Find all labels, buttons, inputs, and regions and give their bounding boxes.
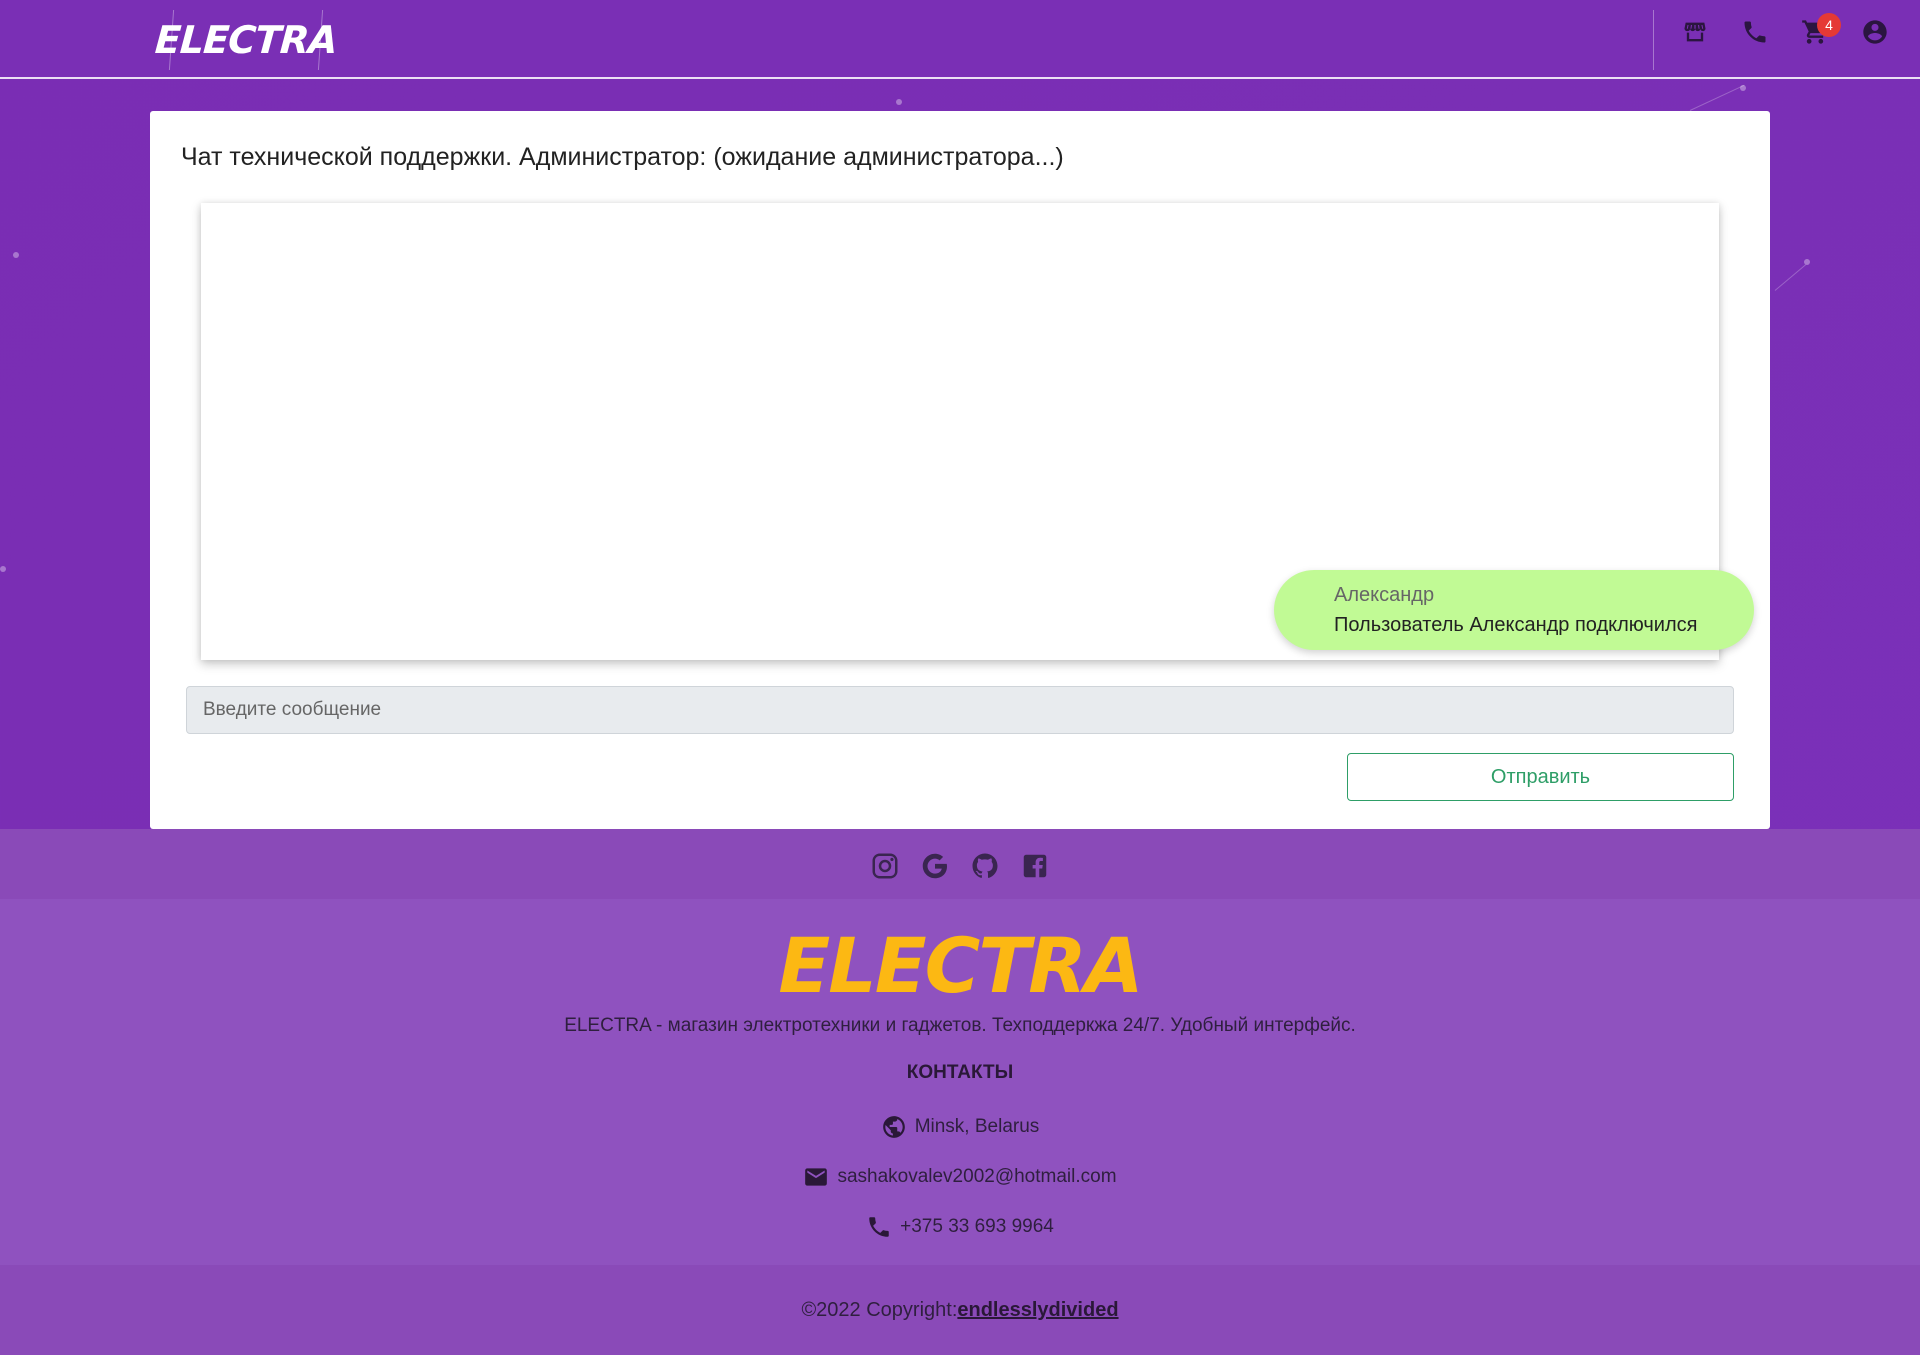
footer-description: ELECTRA - магазин электротехники и гадже… [564, 1015, 1356, 1036]
copyright-text: ©2022 Copyright: [801, 1299, 958, 1321]
send-button[interactable]: Отправить [1347, 753, 1734, 801]
contact-phone: +375 33 693 9964 [0, 1214, 1920, 1240]
chat-title: Чат технической поддержки. Администратор… [181, 143, 1064, 171]
footer-copyright: ©2022 Copyright:endlesslydivided [0, 1265, 1920, 1355]
contact-location-text: Minsk, Belarus [914, 1116, 1040, 1137]
background-particle [896, 99, 902, 105]
top-navbar: ELECTRA 4 [0, 0, 1920, 79]
contact-email: sashakovalev2002@hotmail.com [0, 1164, 1920, 1190]
github-icon[interactable] [970, 851, 1000, 881]
copyright-author-link[interactable]: endlesslydivided [957, 1299, 1118, 1321]
store-icon[interactable] [1681, 18, 1709, 46]
footer-social-bar [0, 829, 1920, 899]
background-particle [0, 566, 6, 572]
brand-logo[interactable]: ELECTRA [154, 10, 338, 70]
contact-email-text[interactable]: sashakovalev2002@hotmail.com [837, 1166, 1116, 1188]
footer-logo: ELECTRA [778, 921, 1143, 1010]
background-particle [13, 252, 19, 258]
globe-icon [882, 1116, 905, 1138]
contact-phone-text[interactable]: +375 33 693 9964 [900, 1216, 1054, 1238]
instagram-icon[interactable] [870, 851, 900, 881]
copyright-line: ©2022 Copyright:endlesslydivided [0, 1299, 1920, 1322]
footer-main: ELECTRA ELECTRA - магазин электротехники… [0, 899, 1920, 1265]
contacts-heading: КОНТАКТЫ [906, 1062, 1014, 1083]
mail-icon [805, 1168, 828, 1186]
phone-icon[interactable] [1741, 18, 1769, 46]
background-particle-link [1689, 84, 1745, 111]
background-particle-link [1774, 264, 1806, 291]
phone-icon [869, 1217, 889, 1237]
message-author: Александр [1334, 584, 1435, 606]
support-chat-card: Чат технической поддержки. Администратор… [150, 111, 1770, 829]
message-input[interactable] [186, 686, 1734, 734]
chat-messages-area[interactable]: Александр Пользователь Александр подключ… [201, 203, 1754, 660]
message-text: Пользователь Александр подключился [1334, 614, 1698, 636]
contact-location: Minsk, Belarus [0, 1114, 1920, 1140]
chat-message: Александр Пользователь Александр подключ… [1274, 570, 1754, 650]
facebook-icon[interactable] [1020, 851, 1050, 881]
cart-count-badge: 4 [1817, 13, 1841, 37]
google-icon[interactable] [920, 851, 950, 881]
account-icon[interactable] [1861, 18, 1889, 46]
